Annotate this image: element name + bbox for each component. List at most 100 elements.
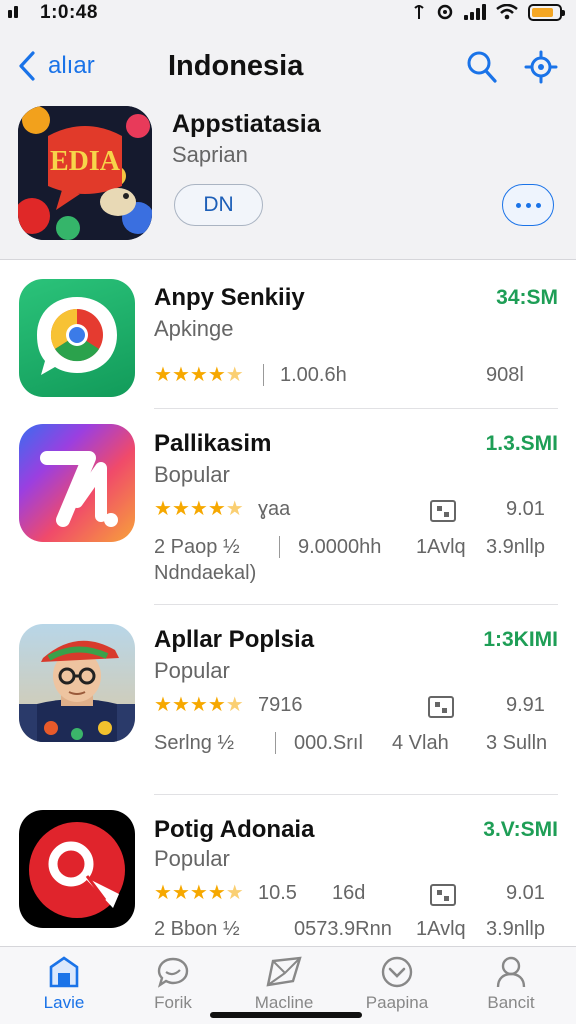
- list-item[interactable]: Potig Adonaia Popular 3.V:SMI ★ ★ ★ ★ ★ 10.5…: [0, 796, 576, 946]
- get-button[interactable]: DN: [174, 184, 263, 226]
- featured-app-name: Appstiatasia: [172, 110, 321, 138]
- app-name: Anpy Senkiiy: [154, 284, 305, 311]
- divider-vertical: [279, 536, 280, 558]
- app-extra: 9.01: [506, 498, 545, 520]
- star-icon: ★: [189, 694, 208, 716]
- app-category: Popular: [154, 658, 230, 683]
- sync-icon: [437, 4, 453, 20]
- star-icon: ★: [154, 364, 172, 386]
- star-icon: ★: [154, 498, 172, 520]
- status-bar: 1:0:48: [0, 0, 576, 28]
- app-extra: 9.91: [506, 694, 545, 716]
- home-indicator: [210, 1012, 362, 1018]
- gear-icon: [524, 50, 558, 84]
- meta-size: 3.9nllp: [486, 536, 545, 558]
- star-icon: ★: [171, 694, 190, 716]
- meta-size: 3.9nllp: [486, 918, 545, 940]
- app-category: Apkinge: [154, 316, 234, 341]
- app-size: 1:3KIMI: [483, 628, 558, 651]
- paper-plane-icon: [266, 956, 302, 987]
- ellipsis-icon: [515, 202, 521, 208]
- star-icon: ★: [189, 364, 208, 386]
- compass-icon: [381, 956, 413, 988]
- star-icon: ★: [154, 694, 172, 716]
- app-icon: [19, 424, 135, 542]
- chrome-chat-icon: [37, 297, 117, 375]
- featured-app-icon[interactable]: EDIA: [18, 106, 152, 240]
- app-size: 1.3.SMI: [485, 432, 558, 455]
- star-half-icon: ★: [225, 498, 244, 520]
- star-half-icon: ★: [225, 882, 244, 904]
- app-icon: [19, 810, 135, 928]
- app-size: 3.V:SMI: [483, 818, 558, 841]
- rating-stars: ★ ★ ★ ★ ★: [154, 364, 244, 386]
- app-name: Apllar Poplsia: [154, 626, 315, 653]
- image-icon: [430, 884, 456, 906]
- app-extra: 9.01: [506, 882, 545, 904]
- row-divider: [154, 408, 558, 409]
- app-extra: 908l: [486, 364, 524, 386]
- star-icon: ★: [171, 364, 190, 386]
- row-divider: [154, 604, 558, 605]
- app-category: Popular: [154, 846, 230, 871]
- meta-age: 4 Vlah: [392, 732, 449, 754]
- tab-label: Macline: [254, 993, 314, 1012]
- rating-text: ɣaa: [258, 498, 291, 520]
- tab-paapina[interactable]: Paapina: [347, 955, 447, 1013]
- meta-age: 1Avlq: [416, 536, 466, 558]
- boy-avatar-icon: [19, 640, 135, 742]
- tab-label: Lavie: [43, 993, 85, 1012]
- rating-text: 7916: [258, 694, 303, 716]
- rating-stars: ★ ★ ★ ★ ★: [154, 498, 244, 520]
- gradient-seven-icon: [40, 451, 118, 527]
- star-half-icon: ★: [225, 694, 244, 716]
- edia-art-icon: EDIA: [18, 106, 152, 240]
- app-icon: [19, 279, 135, 397]
- star-icon: ★: [189, 498, 208, 520]
- app-name: Pallikasim: [154, 430, 272, 457]
- star-icon: ★: [171, 882, 190, 904]
- meta-size: 3 Sulln: [486, 732, 548, 754]
- rating-stars: ★ ★ ★ ★ ★: [154, 694, 244, 716]
- tab-bancit[interactable]: Bancit: [461, 955, 561, 1013]
- meta-downloads: 000.Srıl: [294, 732, 363, 754]
- rating-count: 16d: [332, 882, 366, 904]
- back-button[interactable]: alıar: [18, 50, 95, 82]
- list-item[interactable]: Apllar Poplsia Popular 1:3KIMI ★ ★ ★ ★ ★ 791…: [0, 606, 576, 794]
- app-size: 34:SM: [496, 286, 558, 309]
- app-header: alıar Indonesia EDIA Appstiatasia Sapria…: [0, 28, 576, 260]
- tab-macline[interactable]: Macline: [234, 955, 334, 1013]
- chat-bubble-icon: [157, 957, 189, 988]
- image-icon: [430, 500, 456, 522]
- list-item[interactable]: Anpy Senkiiy Apkinge 34:SM ★ ★ ★ ★ ★ 1.00.6h…: [0, 260, 576, 410]
- list-item[interactable]: Pallikasim Bopular 1.3.SMI ★ ★ ★ ★ ★ ɣaa 9.0…: [0, 410, 576, 604]
- star-icon: ★: [154, 882, 172, 904]
- featured-icon-text: EDIA: [50, 146, 121, 177]
- tab-label: Bancit: [487, 993, 535, 1012]
- meta-author: 2 Paop ½: [154, 536, 240, 558]
- star-icon: ★: [207, 364, 226, 386]
- person-icon: [496, 956, 526, 988]
- star-icon: ★: [171, 498, 190, 520]
- meta-author: Serlng ½: [154, 732, 235, 754]
- tab-label: Forik: [154, 993, 192, 1012]
- tab-forik[interactable]: Forik: [123, 955, 223, 1013]
- search-icon: [467, 51, 497, 83]
- rating-stars: ★ ★ ★ ★ ★: [154, 882, 244, 904]
- star-icon: ★: [189, 882, 208, 904]
- image-icon: [428, 696, 454, 718]
- app-name: Potig Adonaia: [154, 816, 315, 843]
- app-downloads: 1.00.6h: [280, 364, 347, 386]
- back-label: alıar: [48, 52, 95, 79]
- featured-app-subtitle: Saprian: [172, 142, 248, 167]
- tab-today[interactable]: Lavie: [14, 955, 114, 1013]
- settings-button[interactable]: [524, 50, 558, 89]
- divider-vertical: [275, 732, 276, 754]
- search-button[interactable]: [466, 50, 498, 89]
- star-icon: ★: [207, 498, 226, 520]
- page-title: Indonesia: [168, 50, 304, 82]
- meta-age: 1Avlq: [416, 918, 466, 940]
- star-half-icon: ★: [225, 364, 244, 386]
- more-options-button[interactable]: [502, 184, 554, 226]
- star-icon: ★: [207, 694, 226, 716]
